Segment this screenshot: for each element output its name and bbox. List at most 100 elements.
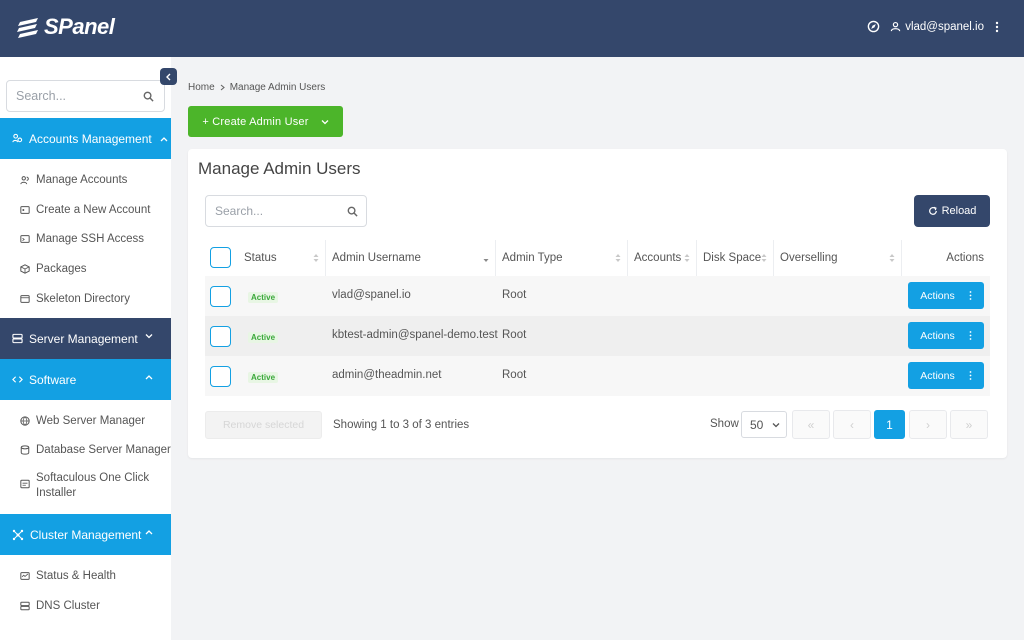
create-admin-user-label: + Create Admin User: [202, 115, 309, 128]
sidebar: Search... Accounts Management Manage Acc…: [0, 57, 171, 640]
sidebar-item-label: DNS Cluster: [36, 600, 100, 612]
window-icon: [20, 295, 30, 303]
sidebar-section-label: Accounts Management: [29, 131, 152, 146]
row-checkbox[interactable]: [210, 366, 231, 387]
table-row: Active admin@theadmin.net Root Actions: [205, 356, 990, 396]
dns-server-icon: [20, 601, 30, 611]
sidebar-item-label: Manage Accounts: [36, 174, 128, 186]
sidebar-item-manage-accounts[interactable]: Manage Accounts: [0, 173, 171, 188]
sidebar-section-server-management[interactable]: Server Management: [0, 318, 171, 359]
sidebar-item-label: Softaculous One Click Installer: [36, 472, 150, 499]
username-cell: admin@theadmin.net: [332, 369, 442, 381]
column-header-username[interactable]: Admin Username: [326, 240, 496, 276]
chevron-right-icon: [220, 84, 225, 91]
sidebar-item-create-account[interactable]: Create a New Account: [0, 203, 171, 218]
sidebar-search-input[interactable]: Search...: [6, 80, 165, 112]
breadcrumb-current: Manage Admin Users: [229, 82, 326, 93]
sort-desc-icon: [483, 259, 489, 262]
chevron-left-icon: [166, 73, 171, 80]
column-header-disk-space[interactable]: Disk Space: [697, 240, 774, 276]
sort-icon: [761, 254, 767, 262]
remove-selected-button[interactable]: Remove selected: [205, 411, 322, 439]
sidebar-item-label: Create a New Account: [36, 204, 151, 216]
sidebar-item-database-server-manager[interactable]: Database Server Manager: [0, 443, 171, 458]
column-label: Accounts: [634, 252, 682, 264]
search-icon: [143, 91, 154, 102]
pager-symbol: ‹: [850, 417, 854, 432]
sidebar-collapse-button[interactable]: [160, 68, 177, 85]
package-icon: [20, 264, 30, 274]
remove-selected-label: Remove selected: [222, 419, 305, 431]
column-header-overselling[interactable]: Overselling: [774, 240, 902, 276]
last-page-button[interactable]: »: [950, 410, 988, 439]
chevron-down-icon: [321, 119, 329, 124]
kebab-menu-icon: [969, 371, 972, 380]
sidebar-section-label: Cluster Management: [30, 527, 142, 542]
sidebar-item-skeleton-directory[interactable]: Skeleton Directory: [0, 292, 171, 307]
column-header-admin-type[interactable]: Admin Type: [496, 240, 628, 276]
admin-users-card: Manage Admin Users Search... Reload Stat…: [188, 149, 1007, 458]
kebab-menu-icon[interactable]: [994, 21, 1000, 33]
sidebar-section-accounts-management[interactable]: Accounts Management: [0, 118, 171, 159]
id-card-icon: [20, 206, 30, 214]
prev-page-button[interactable]: ‹: [833, 410, 871, 439]
breadcrumb-home[interactable]: Home: [188, 82, 215, 93]
row-checkbox[interactable]: [210, 326, 231, 347]
table-row: Active vlad@spanel.io Root Actions: [205, 276, 990, 316]
actions-label: Actions: [920, 369, 955, 382]
sidebar-section-label: Software: [29, 372, 77, 387]
page-title: Manage Admin Users: [198, 159, 361, 178]
sidebar-item-web-server-manager[interactable]: Web Server Manager: [0, 414, 171, 429]
compass-icon[interactable]: [867, 20, 880, 33]
actions-button[interactable]: Actions: [908, 362, 984, 389]
column-header-accounts[interactable]: Accounts: [628, 240, 697, 276]
spanel-logo-icon: [17, 18, 38, 38]
code-icon: [12, 376, 23, 383]
breadcrumb: Home Manage Admin Users: [188, 82, 325, 93]
column-label: Overselling: [780, 252, 838, 264]
actions-label: Actions: [920, 289, 955, 302]
search-icon: [347, 206, 358, 217]
accounts-icon: [12, 133, 23, 143]
sidebar-item-label: Skeleton Directory: [36, 293, 130, 305]
sidebar-section-cluster-management[interactable]: Cluster Management: [0, 514, 171, 555]
users-icon: [20, 176, 29, 185]
sidebar-item-label: Status & Health: [36, 570, 116, 582]
sidebar-item-status-health[interactable]: Status & Health: [0, 569, 171, 584]
next-page-button[interactable]: ›: [909, 410, 947, 439]
first-page-button[interactable]: «: [792, 410, 830, 439]
top-header: SPanel vlad@spanel.io: [0, 0, 1024, 57]
chevron-up-icon: [160, 136, 168, 141]
sidebar-item-manage-ssh[interactable]: Manage SSH Access: [0, 232, 171, 247]
row-checkbox[interactable]: [210, 286, 231, 307]
spanel-logo[interactable]: SPanel: [16, 14, 115, 40]
sort-icon: [313, 254, 319, 262]
status-badge: Active: [248, 372, 279, 383]
actions-button[interactable]: Actions: [908, 322, 984, 349]
globe-icon: [20, 416, 30, 426]
status-icon: [20, 572, 30, 580]
sidebar-search-placeholder: Search...: [16, 89, 67, 103]
sidebar-item-softaculous[interactable]: Softaculous One Click Installer: [0, 471, 160, 501]
sidebar-item-packages[interactable]: Packages: [0, 262, 171, 277]
column-header-status[interactable]: Status: [238, 240, 326, 276]
actions-button[interactable]: Actions: [908, 282, 984, 309]
admin-type-cell: Root: [502, 329, 527, 341]
select-all-checkbox[interactable]: [210, 247, 231, 268]
page-1-button[interactable]: 1: [874, 410, 905, 439]
sidebar-section-software[interactable]: Software: [0, 359, 171, 400]
table-search-input[interactable]: Search...: [205, 195, 367, 227]
table-search-placeholder: Search...: [215, 204, 264, 218]
column-label: Admin Username: [332, 252, 421, 264]
create-admin-user-button[interactable]: + Create Admin User: [188, 106, 343, 137]
admin-type-cell: Root: [502, 289, 527, 301]
user-menu[interactable]: vlad@spanel.io: [890, 21, 984, 33]
server-icon: [12, 333, 23, 344]
sidebar-item-label: Packages: [36, 263, 87, 275]
terminal-icon: [20, 235, 30, 243]
page-size-value: 50: [750, 417, 764, 432]
status-badge: Active: [248, 292, 279, 303]
reload-button[interactable]: Reload: [914, 195, 990, 227]
sidebar-item-dns-cluster[interactable]: DNS Cluster: [0, 599, 171, 614]
page-size-select[interactable]: 50: [741, 411, 787, 438]
